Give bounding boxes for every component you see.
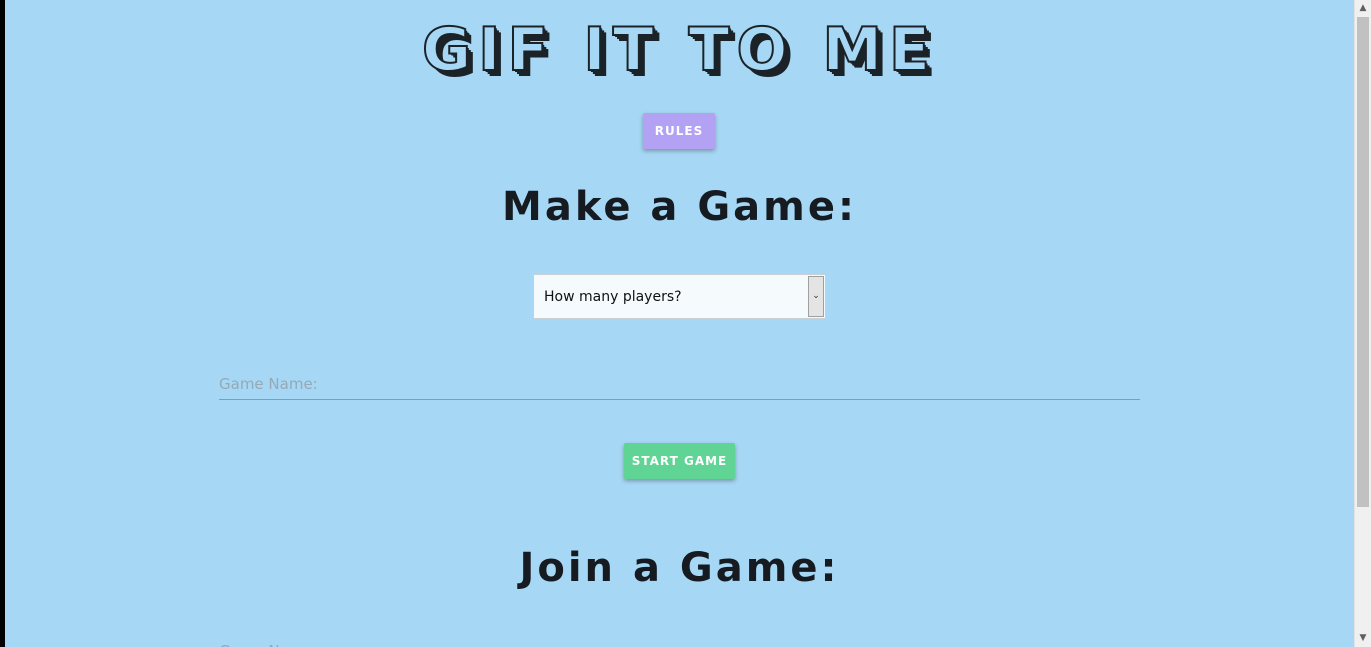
scroll-up-arrow-icon[interactable]: ▲ xyxy=(1355,0,1371,17)
join-game-name-input[interactable] xyxy=(219,636,1140,647)
join-game-heading: Join a Game: xyxy=(519,545,840,591)
scroll-down-arrow-icon[interactable]: ▼ xyxy=(1355,630,1371,647)
make-game-name-input[interactable] xyxy=(219,368,1140,400)
rules-button[interactable]: RULES xyxy=(643,113,715,149)
vertical-scrollbar[interactable]: ▲ ▼ xyxy=(1354,0,1371,647)
chevron-down-icon[interactable]: ⌄ xyxy=(808,276,824,317)
scrollbar-thumb[interactable] xyxy=(1357,17,1369,507)
make-game-heading: Make a Game: xyxy=(502,184,857,230)
players-select-value: How many players? xyxy=(544,289,682,305)
app-title: GIF IT TO ME xyxy=(421,14,938,86)
page-viewport: GIF IT TO ME RULES Make a Game: How many… xyxy=(5,0,1354,647)
start-game-button[interactable]: START GAME xyxy=(624,443,735,479)
players-select[interactable]: How many players? ⌄ xyxy=(533,274,826,319)
